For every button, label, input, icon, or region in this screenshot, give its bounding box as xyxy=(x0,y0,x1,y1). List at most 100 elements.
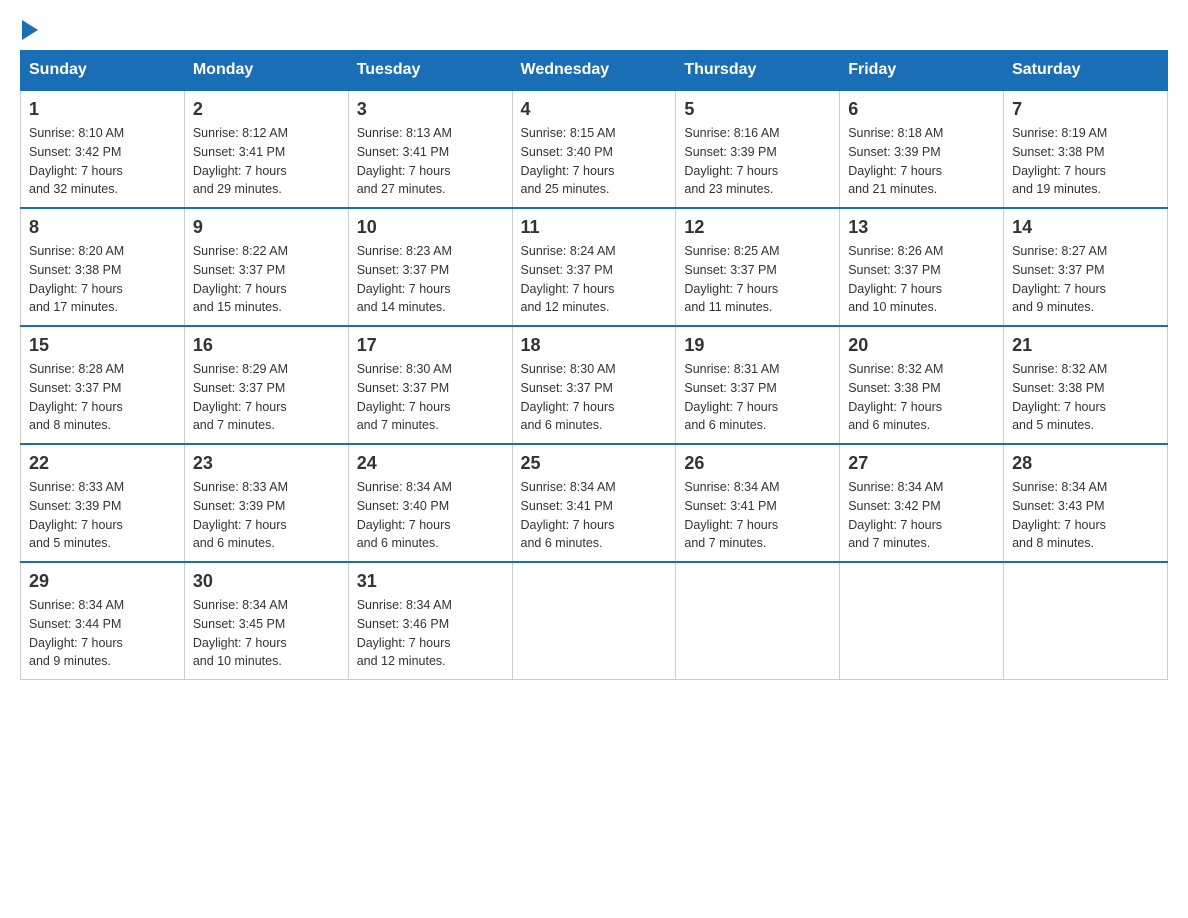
day-info: Sunrise: 8:23 AM Sunset: 3:37 PM Dayligh… xyxy=(357,242,504,317)
sunrise-text: Sunrise: 8:34 AM xyxy=(193,598,288,612)
daylight-minutes: and 10 minutes. xyxy=(193,654,282,668)
sunset-text: Sunset: 3:38 PM xyxy=(29,263,121,277)
calendar-cell: 11 Sunrise: 8:24 AM Sunset: 3:37 PM Dayl… xyxy=(512,208,676,326)
daylight-minutes: and 25 minutes. xyxy=(521,182,610,196)
daylight-minutes: and 6 minutes. xyxy=(848,418,930,432)
calendar-header-row: SundayMondayTuesdayWednesdayThursdayFrid… xyxy=(21,51,1168,91)
day-info: Sunrise: 8:31 AM Sunset: 3:37 PM Dayligh… xyxy=(684,360,831,435)
calendar-cell: 17 Sunrise: 8:30 AM Sunset: 3:37 PM Dayl… xyxy=(348,326,512,444)
daylight-text: Daylight: 7 hours xyxy=(1012,518,1106,532)
daylight-minutes: and 14 minutes. xyxy=(357,300,446,314)
calendar-cell: 12 Sunrise: 8:25 AM Sunset: 3:37 PM Dayl… xyxy=(676,208,840,326)
sunset-text: Sunset: 3:42 PM xyxy=(848,499,940,513)
daylight-text: Daylight: 7 hours xyxy=(193,164,287,178)
page-header xyxy=(20,20,1168,40)
day-info: Sunrise: 8:29 AM Sunset: 3:37 PM Dayligh… xyxy=(193,360,340,435)
sunset-text: Sunset: 3:41 PM xyxy=(357,145,449,159)
calendar-cell: 26 Sunrise: 8:34 AM Sunset: 3:41 PM Dayl… xyxy=(676,444,840,562)
sunset-text: Sunset: 3:38 PM xyxy=(1012,381,1104,395)
daylight-text: Daylight: 7 hours xyxy=(29,400,123,414)
calendar-cell: 6 Sunrise: 8:18 AM Sunset: 3:39 PM Dayli… xyxy=(840,90,1004,208)
daylight-text: Daylight: 7 hours xyxy=(29,636,123,650)
day-info: Sunrise: 8:28 AM Sunset: 3:37 PM Dayligh… xyxy=(29,360,176,435)
calendar-cell: 28 Sunrise: 8:34 AM Sunset: 3:43 PM Dayl… xyxy=(1004,444,1168,562)
daylight-text: Daylight: 7 hours xyxy=(848,518,942,532)
daylight-minutes: and 6 minutes. xyxy=(521,418,603,432)
sunset-text: Sunset: 3:38 PM xyxy=(848,381,940,395)
sunset-text: Sunset: 3:45 PM xyxy=(193,617,285,631)
day-info: Sunrise: 8:19 AM Sunset: 3:38 PM Dayligh… xyxy=(1012,124,1159,199)
sunrise-text: Sunrise: 8:25 AM xyxy=(684,244,779,258)
calendar-header-monday: Monday xyxy=(184,51,348,91)
day-number: 3 xyxy=(357,99,504,120)
daylight-minutes: and 6 minutes. xyxy=(193,536,275,550)
sunset-text: Sunset: 3:37 PM xyxy=(684,263,776,277)
sunrise-text: Sunrise: 8:34 AM xyxy=(1012,480,1107,494)
daylight-minutes: and 9 minutes. xyxy=(1012,300,1094,314)
sunset-text: Sunset: 3:37 PM xyxy=(848,263,940,277)
day-info: Sunrise: 8:16 AM Sunset: 3:39 PM Dayligh… xyxy=(684,124,831,199)
day-number: 31 xyxy=(357,571,504,592)
daylight-minutes: and 32 minutes. xyxy=(29,182,118,196)
sunset-text: Sunset: 3:38 PM xyxy=(1012,145,1104,159)
calendar-cell: 4 Sunrise: 8:15 AM Sunset: 3:40 PM Dayli… xyxy=(512,90,676,208)
calendar-cell: 10 Sunrise: 8:23 AM Sunset: 3:37 PM Dayl… xyxy=(348,208,512,326)
calendar-header-thursday: Thursday xyxy=(676,51,840,91)
sunrise-text: Sunrise: 8:32 AM xyxy=(1012,362,1107,376)
day-info: Sunrise: 8:27 AM Sunset: 3:37 PM Dayligh… xyxy=(1012,242,1159,317)
day-number: 30 xyxy=(193,571,340,592)
sunset-text: Sunset: 3:42 PM xyxy=(29,145,121,159)
day-number: 1 xyxy=(29,99,176,120)
day-info: Sunrise: 8:33 AM Sunset: 3:39 PM Dayligh… xyxy=(193,478,340,553)
calendar-header-saturday: Saturday xyxy=(1004,51,1168,91)
calendar-cell: 19 Sunrise: 8:31 AM Sunset: 3:37 PM Dayl… xyxy=(676,326,840,444)
day-info: Sunrise: 8:24 AM Sunset: 3:37 PM Dayligh… xyxy=(521,242,668,317)
sunrise-text: Sunrise: 8:30 AM xyxy=(521,362,616,376)
sunset-text: Sunset: 3:37 PM xyxy=(521,381,613,395)
calendar-cell: 22 Sunrise: 8:33 AM Sunset: 3:39 PM Dayl… xyxy=(21,444,185,562)
day-number: 11 xyxy=(521,217,668,238)
sunset-text: Sunset: 3:37 PM xyxy=(193,263,285,277)
day-info: Sunrise: 8:18 AM Sunset: 3:39 PM Dayligh… xyxy=(848,124,995,199)
daylight-minutes: and 7 minutes. xyxy=(848,536,930,550)
daylight-minutes: and 12 minutes. xyxy=(357,654,446,668)
sunrise-text: Sunrise: 8:34 AM xyxy=(357,480,452,494)
daylight-text: Daylight: 7 hours xyxy=(193,400,287,414)
daylight-text: Daylight: 7 hours xyxy=(848,164,942,178)
day-info: Sunrise: 8:34 AM Sunset: 3:42 PM Dayligh… xyxy=(848,478,995,553)
sunset-text: Sunset: 3:46 PM xyxy=(357,617,449,631)
daylight-minutes: and 6 minutes. xyxy=(521,536,603,550)
sunrise-text: Sunrise: 8:19 AM xyxy=(1012,126,1107,140)
day-info: Sunrise: 8:32 AM Sunset: 3:38 PM Dayligh… xyxy=(848,360,995,435)
sunrise-text: Sunrise: 8:16 AM xyxy=(684,126,779,140)
day-info: Sunrise: 8:34 AM Sunset: 3:43 PM Dayligh… xyxy=(1012,478,1159,553)
day-info: Sunrise: 8:32 AM Sunset: 3:38 PM Dayligh… xyxy=(1012,360,1159,435)
calendar-cell: 14 Sunrise: 8:27 AM Sunset: 3:37 PM Dayl… xyxy=(1004,208,1168,326)
daylight-minutes: and 8 minutes. xyxy=(1012,536,1094,550)
day-info: Sunrise: 8:34 AM Sunset: 3:41 PM Dayligh… xyxy=(684,478,831,553)
sunset-text: Sunset: 3:39 PM xyxy=(193,499,285,513)
sunset-text: Sunset: 3:40 PM xyxy=(521,145,613,159)
day-info: Sunrise: 8:34 AM Sunset: 3:45 PM Dayligh… xyxy=(193,596,340,671)
calendar-cell: 31 Sunrise: 8:34 AM Sunset: 3:46 PM Dayl… xyxy=(348,562,512,680)
daylight-text: Daylight: 7 hours xyxy=(29,164,123,178)
calendar-week-4: 22 Sunrise: 8:33 AM Sunset: 3:39 PM Dayl… xyxy=(21,444,1168,562)
daylight-text: Daylight: 7 hours xyxy=(521,164,615,178)
daylight-minutes: and 19 minutes. xyxy=(1012,182,1101,196)
sunset-text: Sunset: 3:37 PM xyxy=(357,263,449,277)
daylight-text: Daylight: 7 hours xyxy=(684,282,778,296)
day-info: Sunrise: 8:34 AM Sunset: 3:41 PM Dayligh… xyxy=(521,478,668,553)
day-info: Sunrise: 8:34 AM Sunset: 3:46 PM Dayligh… xyxy=(357,596,504,671)
sunrise-text: Sunrise: 8:29 AM xyxy=(193,362,288,376)
daylight-text: Daylight: 7 hours xyxy=(1012,164,1106,178)
day-number: 24 xyxy=(357,453,504,474)
daylight-minutes: and 6 minutes. xyxy=(684,418,766,432)
daylight-text: Daylight: 7 hours xyxy=(1012,400,1106,414)
sunset-text: Sunset: 3:39 PM xyxy=(848,145,940,159)
day-number: 13 xyxy=(848,217,995,238)
sunset-text: Sunset: 3:40 PM xyxy=(357,499,449,513)
daylight-text: Daylight: 7 hours xyxy=(357,400,451,414)
sunrise-text: Sunrise: 8:34 AM xyxy=(684,480,779,494)
calendar-cell: 1 Sunrise: 8:10 AM Sunset: 3:42 PM Dayli… xyxy=(21,90,185,208)
sunrise-text: Sunrise: 8:18 AM xyxy=(848,126,943,140)
